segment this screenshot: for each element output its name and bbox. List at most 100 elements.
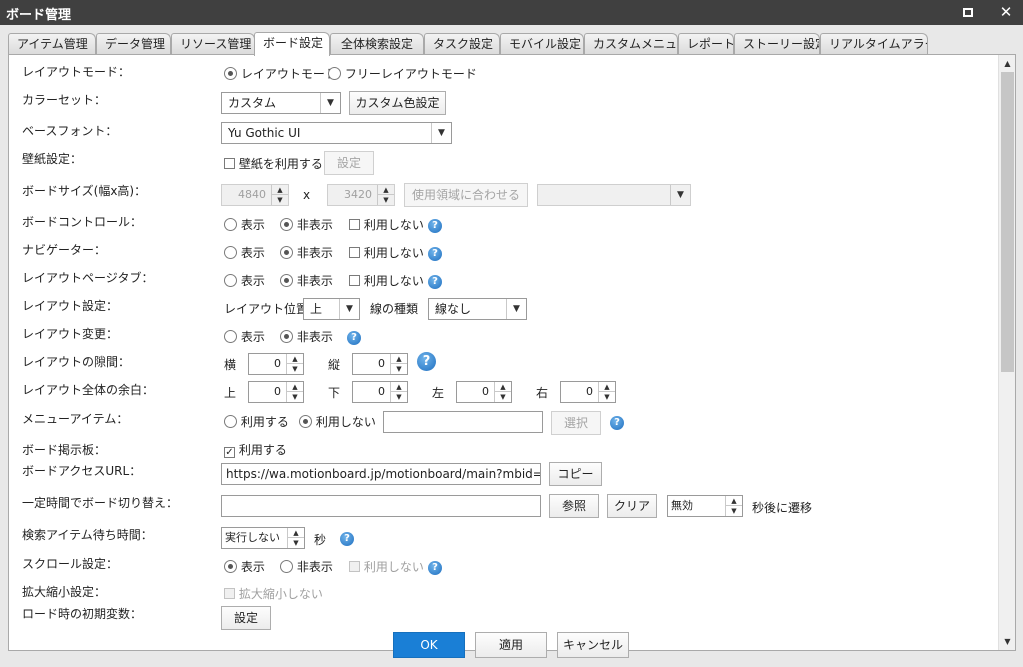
gap-vertical-stepper[interactable]: 0 ▲ ▼ bbox=[352, 353, 408, 375]
color-set-select[interactable]: カスタム ▼ bbox=[221, 92, 341, 114]
tab-realtime-alert[interactable]: リアルタイムアラート bbox=[820, 33, 928, 55]
close-icon[interactable]: ✕ bbox=[995, 3, 1017, 21]
gap-horizontal-stepper[interactable]: 0 ▲ ▼ bbox=[248, 353, 304, 375]
menu-item-select-button[interactable]: 選択 bbox=[551, 411, 601, 435]
scroll-up-icon[interactable]: ▲ bbox=[999, 55, 1016, 72]
navigator-hide-radio[interactable]: 非表示 bbox=[280, 244, 333, 261]
help-icon[interactable]: ? bbox=[417, 352, 436, 371]
margin-bottom-stepper[interactable]: 0 ▲ ▼ bbox=[352, 381, 408, 403]
chevron-down-icon: ▼ bbox=[431, 123, 451, 143]
help-icon[interactable]: ? bbox=[610, 414, 624, 430]
help-icon[interactable]: ? bbox=[340, 530, 354, 546]
menu-item-use-radio[interactable]: 利用する bbox=[224, 413, 289, 430]
scroll-show-radio[interactable]: 表示 bbox=[224, 558, 265, 575]
menu-item-unused-radio[interactable]: 利用しない bbox=[299, 413, 376, 430]
copy-url-button[interactable]: コピー bbox=[549, 462, 602, 486]
board-width-stepper[interactable]: 4840 ▲ ▼ bbox=[221, 184, 289, 206]
wallpaper-settings-button[interactable]: 設定 bbox=[324, 151, 374, 175]
layout-mode-label: レイアウトモード： bbox=[22, 65, 131, 79]
cancel-button[interactable]: キャンセル bbox=[557, 632, 629, 658]
margin-right-label: 右 bbox=[536, 386, 549, 400]
help-icon[interactable]: ? bbox=[347, 329, 361, 345]
tab-global-search-settings[interactable]: 全体検索設定 bbox=[330, 33, 424, 55]
page-tab-hide-radio[interactable]: 非表示 bbox=[280, 272, 333, 289]
tab-story-settings[interactable]: ストーリー設定 bbox=[734, 33, 820, 55]
layout-position-label: レイアウト位置 bbox=[224, 302, 309, 316]
board-height-stepper[interactable]: 3420 ▲ ▼ bbox=[327, 184, 395, 206]
custom-color-button[interactable]: カスタム色設定 bbox=[349, 91, 446, 115]
margin-left-label: 左 bbox=[432, 386, 445, 400]
free-layout-mode-radio[interactable]: フリーレイアウトモード bbox=[328, 65, 477, 82]
line-type-label: 線の種類 bbox=[370, 302, 419, 316]
navigator-label: ナビゲーター： bbox=[22, 243, 107, 257]
page-tab-show-radio[interactable]: 表示 bbox=[224, 272, 265, 289]
board-size-preset-select[interactable]: ▼ bbox=[537, 184, 691, 206]
browse-button[interactable]: 参照 bbox=[549, 494, 599, 518]
init-vars-label: ロード時の初期変数： bbox=[22, 607, 143, 621]
help-icon[interactable]: ? bbox=[428, 559, 442, 575]
scroll-unused-checkbox[interactable]: 利用しない bbox=[349, 558, 424, 575]
access-url-field[interactable]: https://wa.motionboard.jp/motionboard/ma… bbox=[221, 463, 541, 485]
scroll-hide-radio[interactable]: 非表示 bbox=[280, 558, 333, 575]
tab-data-management[interactable]: データ管理 bbox=[96, 33, 171, 55]
menu-item-input[interactable] bbox=[383, 411, 543, 433]
chevron-down-icon: ▼ bbox=[339, 299, 359, 319]
gap-vertical-label: 縦 bbox=[328, 358, 341, 372]
help-icon[interactable]: ? bbox=[428, 273, 442, 289]
fit-to-area-button[interactable]: 使用領域に合わせる bbox=[404, 183, 528, 207]
init-vars-settings-button[interactable]: 設定 bbox=[221, 606, 271, 630]
board-control-label: ボードコントロール： bbox=[22, 215, 143, 229]
title-bar: ボード管理 ✕ bbox=[0, 0, 1023, 25]
help-icon[interactable]: ? bbox=[428, 217, 442, 233]
dialog-body: アイテム管理 データ管理 リソース管理 ボード設定 全体検索設定 タスク設定 モ… bbox=[0, 25, 1023, 667]
board-bbs-checkbox[interactable]: ✓ 利用する bbox=[224, 441, 287, 458]
tab-mobile-settings[interactable]: モバイル設定 bbox=[500, 33, 584, 55]
navigator-unused-checkbox[interactable]: 利用しない bbox=[349, 244, 424, 261]
navigator-show-radio[interactable]: 表示 bbox=[224, 244, 265, 261]
line-type-select[interactable]: 線なし ▼ bbox=[428, 298, 527, 320]
layout-mode-radio[interactable]: レイアウトモード bbox=[224, 65, 337, 82]
wallpaper-label: 壁紙設定： bbox=[22, 152, 83, 166]
tab-report[interactable]: レポート bbox=[678, 33, 734, 55]
layout-change-show-radio[interactable]: 表示 bbox=[224, 328, 265, 345]
zoom-label: 拡大縮小設定： bbox=[22, 585, 107, 599]
margin-left-stepper[interactable]: 0 ▲ ▼ bbox=[456, 381, 512, 403]
board-control-hide-radio[interactable]: 非表示 bbox=[280, 216, 333, 233]
tab-custom-menu[interactable]: カスタムメニュー bbox=[584, 33, 678, 55]
margin-top-stepper[interactable]: 0 ▲ ▼ bbox=[248, 381, 304, 403]
size-separator: x bbox=[303, 188, 311, 202]
margin-right-stepper[interactable]: 0 ▲ ▼ bbox=[560, 381, 616, 403]
layout-margin-label: レイアウト全体の余白： bbox=[22, 383, 155, 397]
board-control-show-radio[interactable]: 表示 bbox=[224, 216, 265, 233]
help-icon[interactable]: ? bbox=[428, 245, 442, 261]
tab-item-management[interactable]: アイテム管理 bbox=[8, 33, 96, 55]
layout-change-hide-radio[interactable]: 非表示 bbox=[280, 328, 333, 345]
window-title: ボード管理 bbox=[6, 8, 72, 23]
base-font-label: ベースフォント： bbox=[22, 124, 118, 138]
scroll-down-icon[interactable]: ▼ bbox=[999, 633, 1016, 650]
settings-form: レイアウトモード： レイアウトモード フリーレイアウトモード カラーセット： カ… bbox=[9, 55, 999, 650]
base-font-select[interactable]: Yu Gothic UI ▼ bbox=[221, 122, 452, 144]
auto-switch-interval-stepper[interactable]: 無効 ▲ ▼ bbox=[667, 495, 743, 517]
margin-bottom-label: 下 bbox=[328, 386, 341, 400]
board-settings-panel: レイアウトモード： レイアウトモード フリーレイアウトモード カラーセット： カ… bbox=[8, 54, 1016, 651]
auto-switch-board-input[interactable] bbox=[221, 495, 541, 517]
layout-position-select[interactable]: 上 ▼ bbox=[303, 298, 360, 320]
scrollbar-thumb[interactable] bbox=[1001, 72, 1014, 372]
tab-board-settings[interactable]: ボード設定 bbox=[254, 32, 330, 56]
apply-button[interactable]: 適用 bbox=[475, 632, 547, 658]
search-wait-stepper[interactable]: 実行しない ▲ ▼ bbox=[221, 527, 305, 549]
tab-resource-management[interactable]: リソース管理 bbox=[171, 33, 255, 55]
ok-button[interactable]: OK bbox=[393, 632, 465, 658]
no-zoom-checkbox[interactable]: 拡大縮小しない bbox=[224, 585, 323, 602]
board-control-unused-checkbox[interactable]: 利用しない bbox=[349, 216, 424, 233]
clear-button[interactable]: クリア bbox=[607, 494, 657, 518]
tab-task-settings[interactable]: タスク設定 bbox=[424, 33, 500, 55]
chevron-down-icon: ▼ bbox=[506, 299, 526, 319]
maximize-icon[interactable] bbox=[957, 3, 979, 21]
page-tab-unused-checkbox[interactable]: 利用しない bbox=[349, 272, 424, 289]
search-wait-unit: 秒 bbox=[314, 533, 327, 547]
layout-setting-label: レイアウト設定： bbox=[22, 299, 119, 313]
wallpaper-checkbox[interactable]: 壁紙を利用する bbox=[224, 155, 323, 172]
vertical-scrollbar[interactable]: ▲ ▼ bbox=[998, 55, 1015, 650]
